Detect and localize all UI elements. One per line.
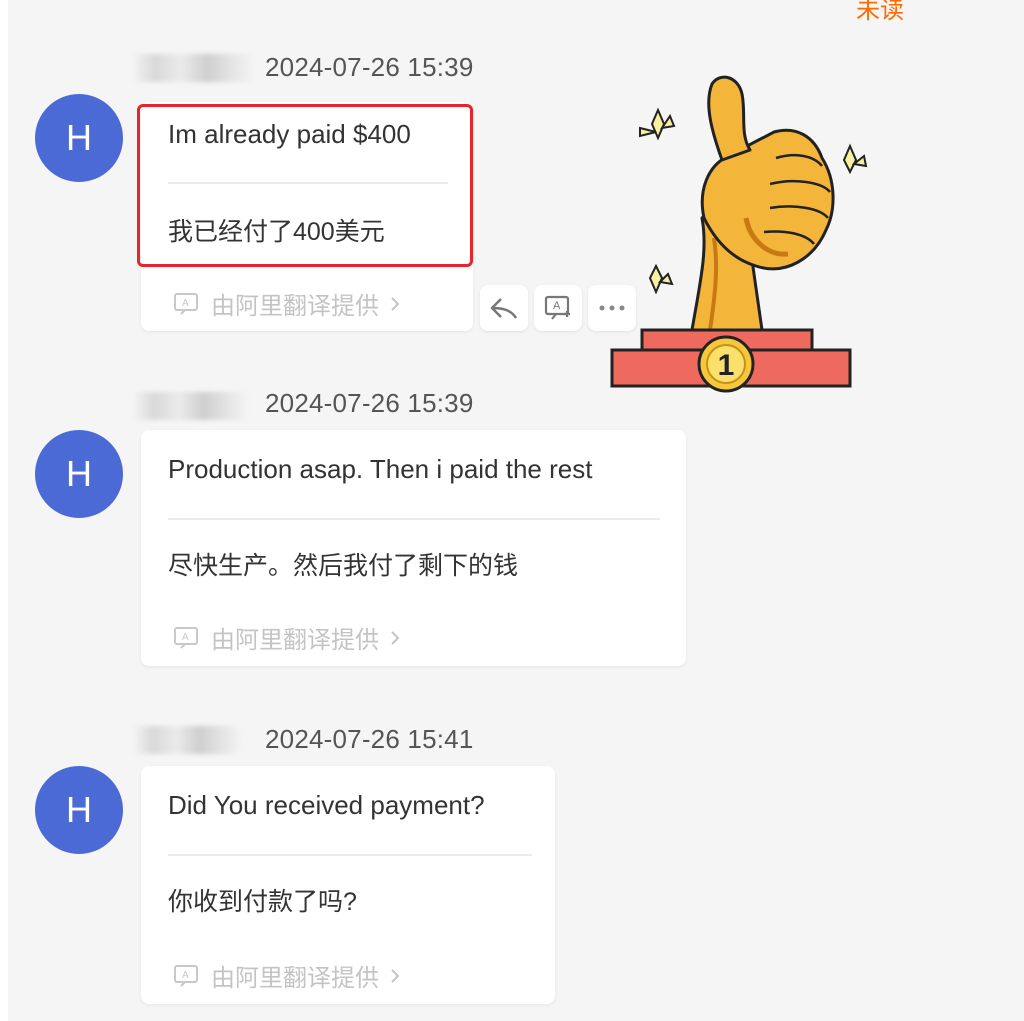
translation-divider (168, 854, 532, 856)
translate-icon: A (174, 292, 198, 315)
translate-button[interactable]: A (534, 285, 582, 331)
reply-icon (490, 298, 518, 319)
message-timestamp: 2024-07-26 15:39 (265, 52, 474, 82)
message-timestamp: 2024-07-26 15:41 (265, 724, 474, 754)
chevron-right-icon (391, 630, 400, 645)
thumbs-up-trophy-sticker: 1 (610, 75, 868, 393)
highlight-annotation (137, 104, 473, 267)
chat-area[interactable]: 未读 2024-07-26 15:39 H Im already paid $4… (8, 0, 1024, 1021)
translation-provider-text: 由阿里翻译提供 (211, 965, 379, 992)
thumb-shape (707, 75, 752, 162)
message-original-text: Did You received payment? (168, 790, 485, 820)
svg-text:A: A (182, 632, 189, 643)
translation-provider-link[interactable]: A 由阿里翻译提供 (173, 620, 401, 655)
sender-avatar[interactable]: H (35, 766, 123, 854)
translate-icon: A (174, 964, 198, 987)
translate-icon: A (544, 295, 570, 320)
svg-text:A: A (182, 298, 189, 309)
message-timestamp: 2024-07-26 15:39 (265, 388, 474, 418)
message-bubble[interactable]: Production asap. Then i paid the rest 尽快… (141, 430, 686, 666)
translate-icon: A (174, 626, 198, 649)
message-bubble[interactable]: Did You received payment? 你收到付款了吗? A 由阿里… (141, 766, 555, 1004)
message-original-text: Production asap. Then i paid the rest (168, 454, 593, 484)
svg-text:A: A (553, 300, 561, 312)
translation-provider-text: 由阿里翻译提供 (211, 627, 379, 654)
sender-name-blurred (134, 726, 240, 754)
translation-provider-text: 由阿里翻译提供 (211, 293, 379, 320)
sender-avatar[interactable]: H (35, 430, 123, 518)
chevron-right-icon (391, 968, 400, 983)
reply-button[interactable] (480, 285, 528, 331)
message-translation-text: 尽快生产。然后我付了剩下的钱 (168, 552, 519, 580)
unread-label: 未读 (856, 0, 904, 24)
sender-name-blurred (134, 54, 252, 82)
svg-text:A: A (182, 970, 189, 981)
sender-avatar[interactable]: H (35, 94, 123, 182)
sender-name-blurred (134, 392, 246, 420)
translation-divider (168, 518, 660, 520)
message-translation-text: 你收到付款了吗? (168, 888, 357, 916)
chevron-right-icon (391, 296, 400, 311)
medal-number: 1 (718, 349, 735, 382)
translation-provider-link[interactable]: A 由阿里翻译提供 (173, 286, 401, 321)
translation-provider-link[interactable]: A 由阿里翻译提供 (173, 958, 401, 993)
